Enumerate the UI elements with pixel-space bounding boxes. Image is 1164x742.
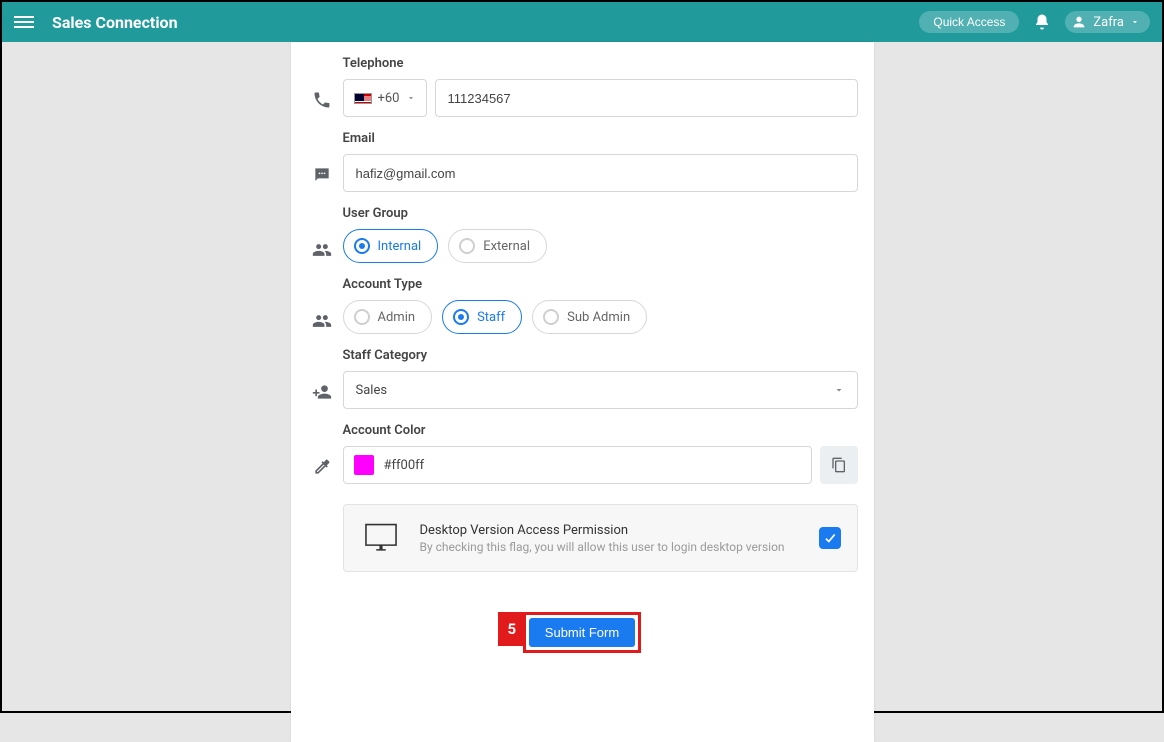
quick-access-button[interactable]: Quick Access	[919, 11, 1019, 33]
staff-category-label: Staff Category	[343, 348, 858, 363]
permission-title: Desktop Version Access Permission	[420, 523, 801, 538]
desktop-permission-box: Desktop Version Access Permission By che…	[343, 504, 858, 572]
country-code-value: +60	[378, 91, 400, 106]
telephone-input[interactable]	[435, 79, 858, 117]
account-type-label: Account Type	[343, 277, 858, 292]
user-group-internal[interactable]: Internal	[343, 229, 439, 263]
user-name: Zafra	[1093, 15, 1124, 30]
account-type-admin[interactable]: Admin	[343, 300, 433, 334]
user-group-label: User Group	[343, 206, 858, 221]
group-icon	[312, 311, 332, 331]
user-group-external[interactable]: External	[448, 229, 547, 263]
chat-icon	[312, 165, 332, 185]
account-color-value: #ff00ff	[384, 458, 425, 473]
submit-form-button[interactable]: Submit Form	[529, 618, 635, 647]
check-icon	[823, 531, 837, 545]
app-header: Sales Connection Quick Access Zafra	[2, 2, 1162, 42]
email-input[interactable]	[343, 154, 858, 192]
staff-category-select[interactable]: Sales	[343, 371, 858, 409]
account-color-label: Account Color	[343, 423, 858, 438]
chevron-down-icon	[406, 93, 416, 103]
copy-icon	[831, 457, 847, 473]
user-menu[interactable]: Zafra	[1065, 11, 1150, 33]
account-type-subadmin[interactable]: Sub Admin	[532, 300, 647, 334]
phone-icon	[312, 90, 332, 110]
account-type-staff[interactable]: Staff	[442, 300, 522, 334]
copy-color-button[interactable]	[820, 446, 858, 484]
staff-category-value: Sales	[356, 383, 388, 398]
group-icon	[312, 240, 332, 260]
account-color-input[interactable]: #ff00ff	[343, 446, 812, 484]
monitor-icon	[360, 519, 402, 557]
bell-icon[interactable]	[1033, 13, 1051, 31]
permission-checkbox[interactable]	[819, 527, 841, 549]
menu-icon[interactable]	[14, 12, 34, 32]
user-form-card: Telephone +60 Email	[291, 42, 874, 742]
telephone-label: Telephone	[343, 56, 858, 71]
person-add-icon	[312, 382, 332, 402]
step-number: 5	[498, 612, 526, 646]
chevron-down-icon	[1130, 17, 1140, 27]
email-label: Email	[343, 131, 858, 146]
eyedropper-icon	[312, 457, 332, 477]
step-annotation: 5 Submit Form	[523, 612, 641, 653]
chevron-down-icon	[833, 384, 845, 396]
brand-title: Sales Connection	[52, 13, 178, 32]
flag-icon	[354, 93, 372, 104]
country-code-select[interactable]: +60	[343, 79, 427, 117]
avatar-icon	[1071, 14, 1087, 30]
color-swatch	[354, 455, 374, 475]
permission-subtitle: By checking this flag, you will allow th…	[420, 540, 801, 554]
